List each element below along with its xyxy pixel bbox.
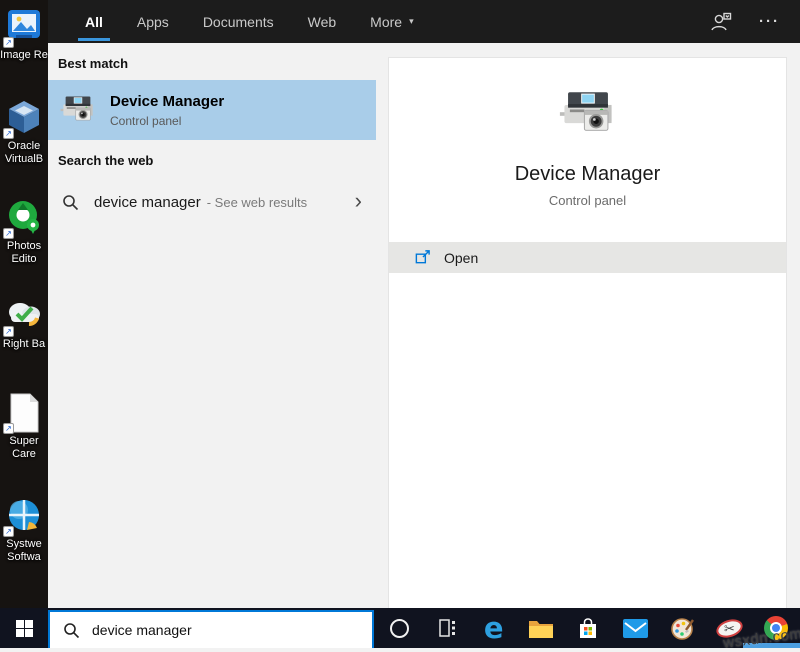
shortcut-arrow-icon: ↗ bbox=[3, 37, 14, 48]
desktop-icon-image-resizer[interactable]: ↗ Image Re bbox=[0, 7, 48, 62]
best-match-header: Best match bbox=[58, 56, 129, 71]
desktop-icon-virtualbox[interactable]: ↗ Oracle VirtualB bbox=[0, 98, 48, 166]
desktop-icon-label: Super Care bbox=[9, 435, 39, 460]
mail-glyph bbox=[622, 618, 648, 638]
task-view-icon[interactable] bbox=[433, 614, 461, 642]
preview-subtitle: Control panel bbox=[548, 193, 627, 208]
start-button[interactable] bbox=[0, 608, 48, 648]
windows-logo-icon bbox=[15, 619, 33, 637]
desktop-background: ↗ Image Re ↗ Oracle VirtualB ↗ Photos Ed… bbox=[0, 0, 48, 608]
desktop-icon-label: Systwe Softwa bbox=[6, 538, 42, 563]
web-search-result[interactable]: device manager - See web results › bbox=[48, 179, 376, 225]
cortana-icon[interactable] bbox=[386, 614, 414, 642]
tab-documents[interactable]: Documents bbox=[186, 0, 291, 43]
file-explorer-icon[interactable] bbox=[527, 614, 555, 642]
search-flyout-topbar: All Apps Documents Web More ▾ ··· bbox=[48, 0, 800, 43]
shortcut-arrow-icon: ↗ bbox=[3, 128, 14, 139]
folder-glyph bbox=[528, 620, 553, 638]
web-query-text: device manager bbox=[94, 193, 201, 211]
desktop-icon-label: Right Ba bbox=[2, 338, 46, 350]
desktop-icon-label: Oracle VirtualB bbox=[4, 140, 44, 165]
search-icon bbox=[64, 622, 80, 638]
open-label: Open bbox=[444, 249, 479, 266]
preview-area: Device Manager Control panel Open bbox=[376, 43, 800, 608]
desktop-icon-systweak[interactable]: ↗ Systwe Softwa bbox=[0, 496, 48, 564]
desktop-icon-super-care[interactable]: ↗ Super Care bbox=[0, 393, 48, 461]
cortana-ring bbox=[390, 618, 410, 638]
filter-tabs: All Apps Documents Web More ▾ bbox=[48, 0, 431, 43]
open-action[interactable]: Open bbox=[389, 242, 786, 273]
search-input[interactable] bbox=[92, 622, 372, 638]
open-external-icon bbox=[415, 250, 430, 264]
store-glyph bbox=[579, 617, 596, 638]
best-match-title: Device Manager bbox=[110, 92, 225, 110]
device-manager-icon-large bbox=[559, 92, 612, 131]
tab-web-label: Web bbox=[307, 13, 337, 30]
search-icon bbox=[63, 194, 79, 210]
edge-icon[interactable]: e bbox=[480, 611, 508, 645]
store-icon[interactable] bbox=[574, 614, 602, 642]
web-note-text: - See web results bbox=[206, 194, 308, 210]
tab-all-label: All bbox=[85, 13, 103, 30]
tab-more-label: More bbox=[370, 13, 403, 30]
desktop-icon-photos-editor[interactable]: ↗ Photos Edito bbox=[0, 198, 48, 266]
tab-all[interactable]: All bbox=[68, 0, 120, 43]
shortcut-arrow-icon: ↗ bbox=[3, 423, 14, 434]
shortcut-arrow-icon: ↗ bbox=[3, 326, 14, 337]
search-results-panel: Best match Device Manager Control panel … bbox=[48, 43, 376, 608]
tab-web[interactable]: Web bbox=[291, 0, 354, 43]
taskbar-search-box[interactable] bbox=[48, 610, 374, 648]
taskbar: e bbox=[0, 608, 800, 648]
device-manager-icon bbox=[60, 96, 93, 121]
search-web-header: Search the web bbox=[58, 153, 154, 168]
best-match-subtitle: Control panel bbox=[110, 113, 182, 128]
shortcut-arrow-icon: ↗ bbox=[3, 228, 14, 239]
tab-more[interactable]: More ▾ bbox=[353, 0, 430, 43]
best-match-result[interactable]: Device Manager Control panel bbox=[48, 80, 376, 140]
tab-documents-label: Documents bbox=[202, 13, 274, 30]
desktop-icon-label: Image Re bbox=[0, 49, 48, 61]
desktop-icon-label: Photos Edito bbox=[6, 240, 42, 265]
more-options-icon[interactable]: ··· bbox=[759, 13, 780, 30]
edge-glyph: e bbox=[483, 611, 504, 645]
preview-card: Device Manager Control panel Open bbox=[388, 57, 787, 608]
shortcut-arrow-icon: ↗ bbox=[3, 526, 14, 537]
paint-icon[interactable] bbox=[668, 614, 696, 642]
paint-glyph bbox=[670, 617, 694, 640]
task-view-glyph bbox=[438, 619, 455, 637]
desktop-icon-right-backup[interactable]: ↗ Right Ba bbox=[0, 296, 48, 351]
account-icon[interactable] bbox=[709, 11, 733, 33]
tab-apps[interactable]: Apps bbox=[120, 0, 186, 43]
mail-icon[interactable] bbox=[621, 614, 649, 642]
chevron-down-icon: ▾ bbox=[409, 16, 414, 26]
preview-title: Device Manager bbox=[514, 163, 661, 185]
tab-apps-label: Apps bbox=[136, 13, 169, 30]
chevron-right-icon[interactable]: › bbox=[355, 189, 362, 215]
